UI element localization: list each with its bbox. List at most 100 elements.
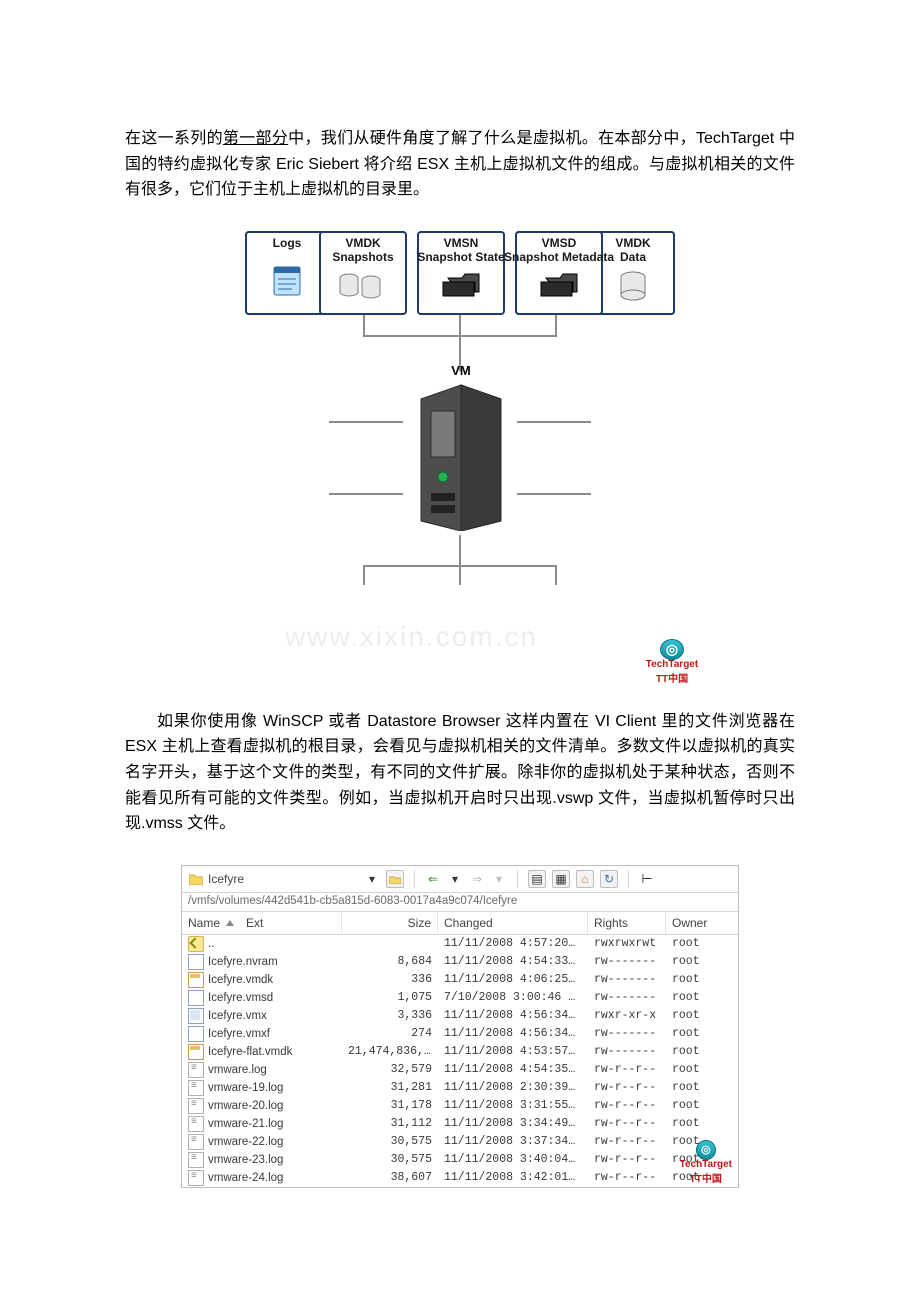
file-row[interactable]: vmware-20.log31,17811/11/2008 3:31:55 PM… — [182, 1097, 738, 1115]
file-size: 21,474,836,480 — [342, 1045, 438, 1058]
tree-icon[interactable]: ⊢ — [639, 871, 655, 887]
techtarget-region: TT中国 — [656, 670, 688, 685]
vmdk-icon — [188, 1044, 204, 1060]
file-name-cell: vmware-22.log — [182, 1134, 342, 1150]
connector — [459, 335, 557, 337]
card-vmsd-title: VMSD Snapshot Metadata — [504, 237, 614, 265]
doc-icon — [188, 990, 204, 1006]
intro-paragraph: 在这一系列的第一部分中，我们从硬件角度了解了什么是虚拟机。在本部分中，TechT… — [125, 126, 795, 203]
file-rights: rw-r--r-- — [588, 1063, 666, 1076]
list-view-icon[interactable]: ▤ — [528, 870, 546, 888]
notepad-icon — [251, 253, 323, 307]
folder-selector[interactable]: Icefyre — [188, 871, 358, 887]
techtarget-region: TT中国 — [690, 1170, 722, 1185]
col-header-name[interactable]: Name Ext — [182, 912, 342, 934]
file-owner: root — [666, 1063, 724, 1076]
diagram-canvas: VMX Configuration VSWP Virtual memory VM… — [245, 231, 675, 681]
col-header-name-label: Name — [188, 916, 220, 930]
file-row[interactable]: Icefyre-flat.vmdk21,474,836,48011/11/200… — [182, 1043, 738, 1061]
col-header-rights-label: Rights — [594, 916, 628, 930]
connector — [555, 315, 557, 335]
file-row[interactable]: ..11/11/2008 4:57:20 PMrwxrwxrwtroot — [182, 935, 738, 953]
col-header-owner[interactable]: Owner — [666, 912, 724, 934]
connector — [459, 535, 461, 585]
file-size: 31,281 — [342, 1081, 438, 1094]
file-owner: root — [666, 1027, 724, 1040]
dropdown-icon[interactable]: ▾ — [364, 871, 380, 887]
file-name: vmware.log — [208, 1064, 267, 1076]
col-header-changed-label: Changed — [444, 916, 493, 930]
refresh-icon[interactable]: ↻ — [600, 870, 618, 888]
file-name-cell: vmware-19.log — [182, 1080, 342, 1096]
file-changed: 11/11/2008 4:54:35 PM — [438, 1063, 588, 1076]
forward-menu-icon[interactable]: ▾ — [491, 871, 507, 887]
file-size: 30,575 — [342, 1153, 438, 1166]
col-header-changed[interactable]: Changed — [438, 912, 588, 934]
file-owner: root — [666, 955, 724, 968]
file-name-cell: vmware.log — [182, 1062, 342, 1078]
file-rights: rw-r--r-- — [588, 1099, 666, 1112]
file-row[interactable]: vmware-19.log31,28111/11/2008 2:30:39 PM… — [182, 1079, 738, 1097]
file-rights: rw------- — [588, 1045, 666, 1058]
file-changed: 11/11/2008 4:56:34 PM — [438, 1009, 588, 1022]
file-row[interactable]: vmware-21.log31,11211/11/2008 3:34:49 PM… — [182, 1115, 738, 1133]
connector — [555, 565, 557, 585]
file-size: 3,336 — [342, 1009, 438, 1022]
up-dir-icon[interactable] — [386, 870, 404, 888]
intro-link[interactable]: 第一部分 — [223, 130, 288, 147]
file-changed: 11/11/2008 4:06:25 PM — [438, 973, 588, 986]
col-header-ext-label: Ext — [246, 916, 263, 930]
connector — [363, 565, 365, 585]
file-size: 38,607 — [342, 1171, 438, 1184]
file-changed: 11/11/2008 3:40:04 PM — [438, 1153, 588, 1166]
file-name: vmware-23.log — [208, 1154, 283, 1166]
back-icon[interactable]: ⇐ — [425, 871, 441, 887]
page: 在这一系列的第一部分中，我们从硬件角度了解了什么是虚拟机。在本部分中，TechT… — [0, 0, 920, 1248]
file-row[interactable]: vmware-23.log 30,57511/11/2008 3:40:04 PM… — [182, 1151, 738, 1169]
file-size: 31,178 — [342, 1099, 438, 1112]
file-browser-header: Name Ext Size Changed Rights Owner — [182, 912, 738, 935]
card-vmsd: VMSD Snapshot Metadata — [515, 231, 603, 315]
file-row[interactable]: vmware.log32,57911/11/2008 4:54:35 PMrw-… — [182, 1061, 738, 1079]
file-row[interactable]: Icefyre.vmsd1,0757/10/2008 3:00:46 PMrw-… — [182, 989, 738, 1007]
card-vmdk-snapshots: VMDK Snapshots — [319, 231, 407, 315]
file-name: vmware-24.log — [208, 1172, 283, 1184]
file-name: Icefyre.vmxf — [208, 1028, 270, 1040]
card-vmsn-title: VMSN Snapshot State — [417, 237, 504, 265]
file-name-cell: Icefyre.nvram — [182, 954, 342, 970]
file-browser-body: ..11/11/2008 4:57:20 PMrwxrwxrwtrootIcef… — [182, 935, 738, 1187]
file-owner: root — [666, 1117, 724, 1130]
file-row[interactable]: Icefyre.nvram8,68411/11/2008 4:54:33 PMr… — [182, 953, 738, 971]
folder-stack-icon — [521, 266, 597, 306]
file-name-cell: Icefyre.vmdk — [182, 972, 342, 988]
file-row[interactable]: vmware-22.log30,57511/11/2008 3:37:34 PM… — [182, 1133, 738, 1151]
cylinder-icon — [597, 266, 669, 306]
card-vmdk-data-title: VMDK Data — [615, 237, 650, 265]
col-header-owner-label: Owner — [672, 916, 707, 930]
col-header-rights[interactable]: Rights — [588, 912, 666, 934]
file-row[interactable]: Icefyre.vmdk33611/11/2008 4:06:25 PMrw--… — [182, 971, 738, 989]
techtarget-logo-mark: ◎ — [696, 1140, 716, 1160]
file-row[interactable]: vmware-24.log38,60711/11/2008 3:42:01 PM… — [182, 1169, 738, 1187]
file-name: vmware-19.log — [208, 1082, 283, 1094]
file-name: .. — [208, 938, 214, 950]
log-icon — [188, 1152, 204, 1168]
watermark: www.xixin.com.cn — [285, 621, 538, 653]
file-row[interactable]: Icefyre.vmx3,33611/11/2008 4:56:34 PMrwx… — [182, 1007, 738, 1025]
connector — [329, 493, 403, 495]
details-view-icon[interactable]: ▦ — [552, 870, 570, 888]
file-name-cell: vmware-23.log — [182, 1152, 342, 1168]
file-rights: rwxrwxrwt — [588, 937, 666, 950]
col-header-size[interactable]: Size — [342, 912, 438, 934]
file-size: 8,684 — [342, 955, 438, 968]
forward-icon[interactable]: ⇒ — [469, 871, 485, 887]
file-browser-path: /vmfs/volumes/442d541b-cb5a815d-6083-001… — [182, 893, 738, 912]
home-icon[interactable]: ⌂ — [576, 870, 594, 888]
up-icon — [188, 936, 204, 952]
file-name: vmware-21.log — [208, 1118, 283, 1130]
techtarget-logo: ◎ TechTarget TT中国 — [639, 639, 705, 685]
file-size: 1,075 — [342, 991, 438, 1004]
file-name-cell: Icefyre.vmsd — [182, 990, 342, 1006]
back-menu-icon[interactable]: ▾ — [447, 871, 463, 887]
file-row[interactable]: Icefyre.vmxf27411/11/2008 4:56:34 PMrw--… — [182, 1025, 738, 1043]
